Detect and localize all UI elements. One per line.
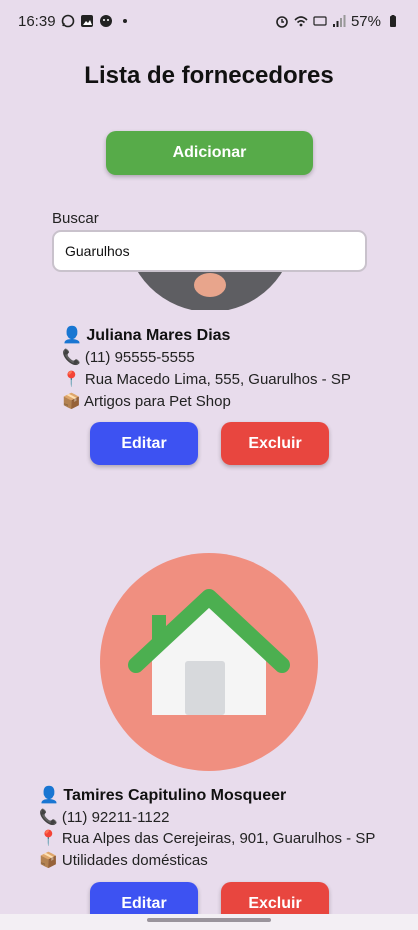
- supplier-address-row: 📍 Rua Macedo Lima, 555, Guarulhos - SP: [62, 370, 351, 388]
- app-face-icon: [99, 15, 112, 27]
- supplier-address: Rua Alpes das Cerejeiras, 901, Guarulhos…: [61, 830, 376, 847]
- wifi-icon: [294, 16, 308, 27]
- phone-icon: 📞: [39, 809, 58, 826]
- navigation-bar: [0, 914, 418, 930]
- battery-percent: 57%: [350, 12, 381, 30]
- supplier-name-row: 👤 Tamires Capitulino Mosqueer: [39, 785, 286, 805]
- supplier-category: Artigos para Pet Shop: [84, 393, 231, 410]
- supplier-phone-row: 📞 (11) 95555-5555: [62, 348, 195, 366]
- supplier-name: Tamires Capitulino Mosqueer: [63, 787, 287, 804]
- package-icon: 📦: [39, 852, 58, 869]
- volte-icon: [313, 16, 327, 26]
- supplier-category-row: 📦 Utilidades domésticas: [39, 851, 208, 869]
- home-indicator[interactable]: [147, 918, 271, 922]
- alarm-icon: [276, 16, 288, 28]
- house-avatar-icon: [100, 553, 318, 771]
- gallery-icon: [80, 15, 93, 27]
- search-input[interactable]: Guarulhos: [52, 230, 367, 272]
- supplier-name: Juliana Mares Dias: [86, 327, 231, 344]
- status-bar: 16:39 57%: [0, 0, 418, 42]
- page-title: Lista de fornecedores: [84, 62, 334, 89]
- person-icon: 👤: [62, 327, 82, 344]
- signal-icon: [332, 15, 346, 27]
- notification-dot-icon: [122, 19, 127, 23]
- location-pin-icon: 📍: [62, 371, 81, 388]
- supplier-address: Rua Macedo Lima, 555, Guarulhos - SP: [84, 371, 351, 388]
- location-pin-icon: 📍: [39, 830, 58, 847]
- supplier-category: Utilidades domésticas: [61, 852, 208, 869]
- whatsapp-icon: [61, 14, 74, 28]
- search-label: Buscar: [52, 210, 99, 227]
- person-icon: 👤: [39, 787, 59, 804]
- supplier-address-row: 📍 Rua Alpes das Cerejeiras, 901, Guarulh…: [39, 829, 375, 847]
- edit-button[interactable]: Editar: [90, 422, 198, 465]
- supplier-phone: (11) 95555-5555: [84, 349, 195, 366]
- supplier-phone: (11) 92211-1122: [61, 809, 170, 826]
- supplier-name-row: 👤 Juliana Mares Dias: [62, 325, 230, 345]
- add-supplier-button[interactable]: Adicionar: [106, 131, 313, 175]
- supplier-category-row: 📦 Artigos para Pet Shop: [62, 392, 231, 410]
- status-time: 16:39: [18, 12, 56, 30]
- delete-button[interactable]: Excluir: [221, 422, 329, 465]
- battery-icon: [390, 15, 396, 27]
- phone-icon: 📞: [62, 349, 81, 366]
- supplier-phone-row: 📞 (11) 92211-1122: [39, 808, 169, 826]
- package-icon: 📦: [62, 393, 81, 410]
